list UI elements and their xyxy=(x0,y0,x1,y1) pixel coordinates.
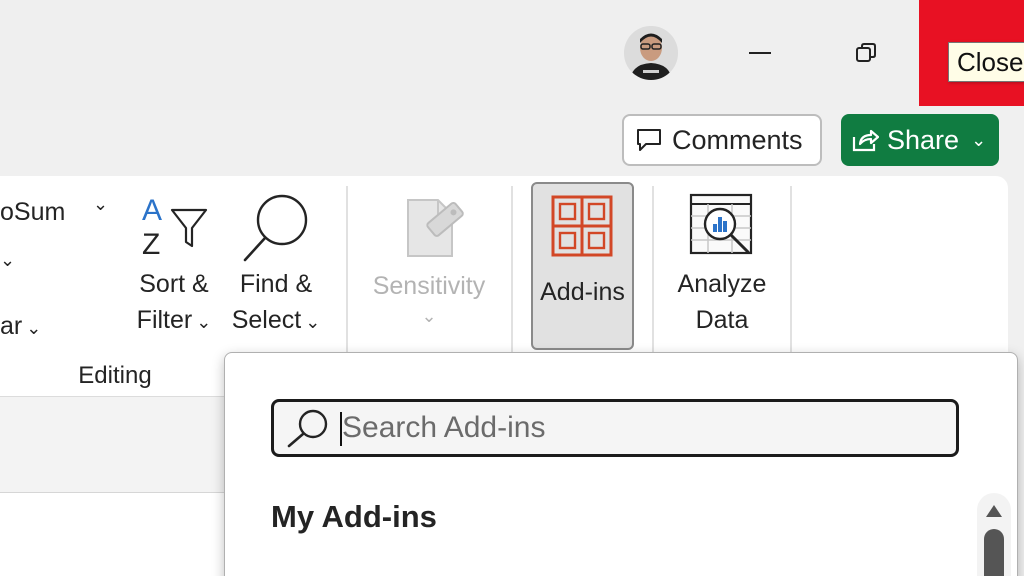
comments-label: Comments xyxy=(672,124,803,155)
sort-filter-label: Filter xyxy=(136,306,193,334)
text-caret xyxy=(340,412,342,446)
sort-filter-label-line2: Filter ⌄ xyxy=(126,306,222,335)
worksheet-area[interactable] xyxy=(0,492,224,576)
ribbon-separator xyxy=(652,186,654,356)
clear-chevron-down-icon: ⌄ xyxy=(26,318,42,338)
sort-filter-icon xyxy=(170,208,208,248)
sort-filter-label-line1: Sort & xyxy=(139,270,209,298)
sensitivity-icon xyxy=(407,199,464,257)
analyze-label-line1: Analyze xyxy=(677,270,767,298)
comments-button[interactable]: Comments xyxy=(622,114,822,166)
autosum-chevron-down-icon[interactable]: ⌄ xyxy=(93,194,108,215)
autosum-button[interactable]: oSum xyxy=(0,198,65,227)
formula-bar-area[interactable] xyxy=(0,396,224,493)
find-select-button[interactable]: Find & Select ⌄ xyxy=(226,190,326,350)
share-icon xyxy=(852,129,879,152)
sort-filter-button[interactable]: A Z Sort & Filter ⌄ xyxy=(126,190,222,350)
my-addins-heading: My Add-ins xyxy=(271,499,437,534)
addins-search-box[interactable] xyxy=(271,399,959,457)
restore-button[interactable] xyxy=(816,0,916,106)
minimize-icon xyxy=(749,52,771,54)
sort-icon-letter-z: Z xyxy=(142,228,161,261)
sort-filter-chevron-down-icon: ⌄ xyxy=(196,312,212,332)
analyze-data-icon xyxy=(689,193,753,255)
clear-button[interactable]: ar ⌄ xyxy=(0,312,41,341)
panel-scrollbar[interactable] xyxy=(977,493,1011,576)
addins-search-input[interactable] xyxy=(342,411,942,445)
addins-button[interactable]: Add-ins xyxy=(531,182,634,350)
user-avatar[interactable] xyxy=(624,26,678,80)
editing-group-label: Editing xyxy=(78,362,152,389)
title-bar: Close xyxy=(0,0,1024,110)
autosum-label: oSum xyxy=(0,198,66,226)
sort-icon-letter-a: A xyxy=(142,194,163,227)
restore-icon xyxy=(856,43,876,62)
ribbon-separator xyxy=(346,186,348,356)
analyze-data-button[interactable]: Analyze Data xyxy=(660,190,784,350)
addins-label: Add-ins xyxy=(540,278,625,306)
comment-icon xyxy=(637,129,661,151)
find-select-label-line2: Select ⌄ xyxy=(226,306,326,335)
clear-label: ar xyxy=(0,312,23,340)
fill-chevron-down-icon[interactable]: ⌄ xyxy=(0,250,15,271)
ribbon-separator xyxy=(511,186,513,356)
search-icon xyxy=(287,409,328,448)
ribbon-separator xyxy=(790,186,792,356)
addins-dropdown-panel: My Add-ins xyxy=(224,352,1018,576)
scrollbar-thumb[interactable] xyxy=(984,529,1004,576)
close-tooltip: Close xyxy=(948,42,1024,82)
share-button[interactable]: Share ⌄ xyxy=(841,114,999,166)
avatar-photo-icon xyxy=(624,26,678,80)
magnifier-icon xyxy=(243,194,308,262)
addins-grid-icon xyxy=(551,195,613,257)
share-chevron-down-icon[interactable]: ⌄ xyxy=(971,130,986,151)
find-select-label: Select xyxy=(231,306,302,334)
sensitivity-button[interactable]: Sensitivity ⌄ xyxy=(358,186,500,350)
sensitivity-label: Sensitivity xyxy=(372,272,486,300)
share-label: Share xyxy=(887,124,960,155)
minimize-button[interactable] xyxy=(710,0,810,106)
find-select-label-line1: Find & xyxy=(239,270,313,298)
scroll-up-arrow-icon[interactable] xyxy=(986,505,1002,517)
find-select-chevron-down-icon: ⌄ xyxy=(305,312,321,332)
analyze-label-line2: Data xyxy=(695,306,749,334)
sensitivity-chevron-down-icon: ⌄ xyxy=(421,306,437,326)
